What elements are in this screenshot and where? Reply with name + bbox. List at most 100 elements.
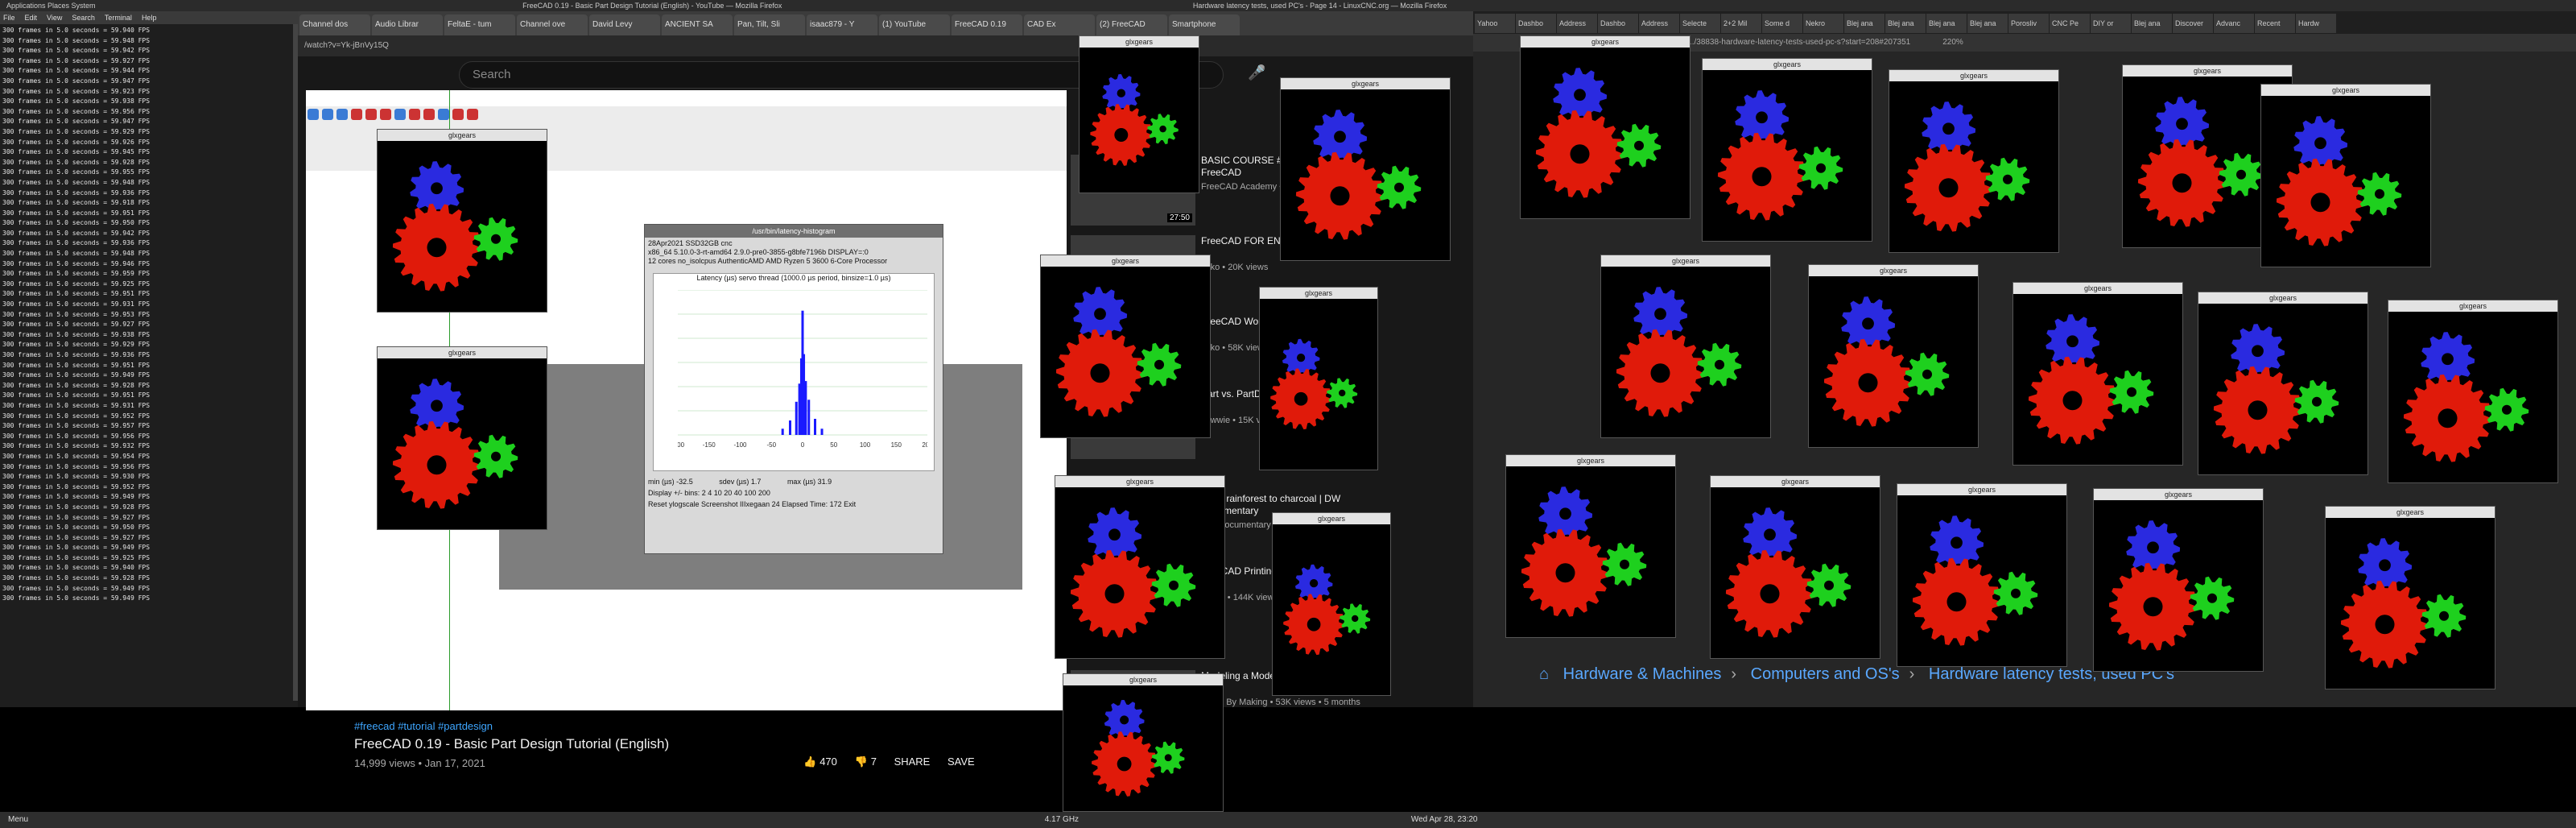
share-button[interactable]: SHARE: [894, 756, 931, 768]
browser-tab[interactable]: Audio Librar: [372, 14, 443, 35]
terminal-menu-view[interactable]: View: [47, 14, 62, 22]
browser-tab[interactable]: Selecte: [1680, 14, 1720, 33]
browser-tab[interactable]: Blej ana: [1844, 14, 1885, 33]
browser-tab[interactable]: Blej ana: [1967, 14, 2008, 33]
glxgears-window[interactable]: glxgears: [1280, 77, 1451, 261]
browser-tab[interactable]: Pan, Tilt, Sli: [734, 14, 805, 35]
browser-tab[interactable]: CNC Pe: [2050, 14, 2090, 33]
browser-tab[interactable]: Some d: [1762, 14, 1802, 33]
breadcrumb-1[interactable]: Hardware & Machines: [1563, 665, 1722, 683]
browser-tab[interactable]: Nekro: [1803, 14, 1843, 33]
zoom-level[interactable]: 220%: [1942, 38, 1963, 47]
terminal-menu-terminal[interactable]: Terminal: [105, 14, 132, 22]
like-count[interactable]: 470: [819, 756, 837, 768]
glxgears-window[interactable]: glxgears: [1710, 475, 1880, 659]
browser-tab[interactable]: Hardw: [2296, 14, 2336, 33]
glxgears-window[interactable]: glxgears: [1808, 264, 1979, 448]
browser-tab[interactable]: Porosliv: [2008, 14, 2049, 33]
browser-tab[interactable]: Smartphone: [1169, 14, 1240, 35]
terminal-menu-search[interactable]: Search: [72, 14, 95, 22]
glxgears-window[interactable]: glxgears: [377, 129, 547, 313]
glxgears-window[interactable]: glxgears: [2388, 300, 2558, 483]
glxgears-window[interactable]: glxgears: [1040, 255, 1211, 438]
bins-control[interactable]: Display +/- bins: 2 4 10 20 40 100 200: [648, 487, 939, 499]
video-hashtags[interactable]: #freecad #tutorial #partdesign: [354, 720, 493, 732]
browser-tab[interactable]: FeltaE - tum: [444, 14, 515, 35]
terminal-menu-help[interactable]: Help: [142, 14, 157, 22]
glxgears-window[interactable]: glxgears: [1272, 512, 1391, 696]
breadcrumb-2[interactable]: Computers and OS's: [1751, 665, 1900, 683]
browser-tab[interactable]: FreeCAD 0.19: [952, 14, 1022, 35]
window-title: glxgears: [1063, 674, 1223, 685]
browser-tab[interactable]: Blej ana: [1926, 14, 1967, 33]
glxgears-window[interactable]: glxgears: [1702, 58, 1872, 242]
browser-tab[interactable]: Blej ana: [2132, 14, 2172, 33]
terminal-window[interactable]: File Edit View Search Terminal Help 300 frame…: [0, 11, 298, 707]
glxgears-window[interactable]: glxgears: [2260, 84, 2431, 267]
glxgears-window[interactable]: glxgears: [1889, 69, 2059, 253]
terminal-line: 300 frames in 5.0 seconds = 59.953 FPS: [2, 310, 151, 318]
browser-tab[interactable]: David Levy: [589, 14, 660, 35]
microphone-icon[interactable]: 🎤: [1248, 64, 1265, 81]
histogram-bar: [781, 428, 784, 435]
gear-hub: [1714, 359, 1725, 370]
browser-tab[interactable]: isaac879 - Y: [807, 14, 877, 35]
gear-hub: [1090, 363, 1110, 383]
start-menu-button[interactable]: Menu: [8, 815, 28, 824]
histogram-buttons[interactable]: Reset ylogscale Screenshot IIIxegaan 24 …: [648, 499, 939, 510]
glxgears-window[interactable]: glxgears: [1505, 454, 1676, 638]
glxgears-window[interactable]: glxgears: [1079, 35, 1199, 193]
browser-tab[interactable]: 2+2 Mil: [1721, 14, 1761, 33]
glxgears-window[interactable]: glxgears: [1520, 35, 1690, 219]
save-button[interactable]: SAVE: [947, 756, 975, 768]
browser-tab[interactable]: Recent: [2255, 14, 2295, 33]
gear-hub: [2062, 391, 2083, 411]
dislike-count[interactable]: 7: [871, 756, 877, 768]
gear-hub: [1114, 128, 1129, 142]
panel-menu[interactable]: Applications Places System: [6, 2, 96, 10]
browser-tab[interactable]: Discover: [2173, 14, 2213, 33]
gear-hub: [490, 234, 502, 244]
browser-tab[interactable]: Dashbo: [1598, 14, 1638, 33]
browser-tab[interactable]: Yahoo: [1475, 14, 1515, 33]
browser-tab[interactable]: (1) YouTube: [879, 14, 950, 35]
browser-tab[interactable]: Address: [1557, 14, 1597, 33]
like-icon[interactable]: 👍: [803, 756, 816, 768]
browser-tab[interactable]: CAD Ex: [1024, 14, 1095, 35]
glxgears-window[interactable]: glxgears: [1897, 483, 2067, 667]
glxgears-window[interactable]: glxgears: [1259, 287, 1378, 470]
video-channel: Joko • 58K views: [1201, 343, 1269, 353]
terminal-line: 300 frames in 5.0 seconds = 59.928 FPS: [2, 574, 151, 582]
browser-tab[interactable]: Dashbo: [1516, 14, 1556, 33]
browser-tab[interactable]: (2) FreeCAD: [1096, 14, 1167, 35]
window-title: glxgears: [2123, 65, 2292, 77]
dislike-icon[interactable]: 👎: [855, 756, 868, 768]
browser-tab[interactable]: ANCIENT SA: [662, 14, 733, 35]
browser-tab[interactable]: Advanc: [2214, 14, 2254, 33]
histogram-bar: [814, 418, 816, 435]
glxgears-window[interactable]: glxgears: [1063, 673, 1224, 812]
terminal-line: 300 frames in 5.0 seconds = 59.946 FPS: [2, 259, 151, 267]
browser-tab[interactable]: Address: [1639, 14, 1679, 33]
browser-tab[interactable]: Blej ana: [1885, 14, 1926, 33]
latency-histogram-window[interactable]: /usr/bin/latency-histogram 28Apr2021 SSD…: [644, 224, 943, 554]
address-bar[interactable]: /watch?v=Yk-jBnVy15Q: [298, 35, 1473, 56]
video-actions: 👍 470 👎 7 SHARE SAVE: [789, 756, 975, 768]
gears-render: [2028, 314, 2154, 445]
browser-tab[interactable]: Channel ove: [517, 14, 588, 35]
glxgears-window[interactable]: glxgears: [377, 346, 547, 530]
browser-tab[interactable]: DIY or: [2091, 14, 2131, 33]
terminal-menu-file[interactable]: File: [3, 14, 15, 22]
home-icon[interactable]: ⌂: [1539, 665, 1549, 683]
window-title: glxgears: [2326, 507, 2495, 518]
glxgears-window[interactable]: glxgears: [2325, 506, 2496, 689]
glxgears-window[interactable]: glxgears: [1055, 475, 1225, 659]
glxgears-window[interactable]: glxgears: [2198, 292, 2368, 475]
glxgears-window[interactable]: glxgears: [2093, 488, 2264, 672]
gear-hub: [2379, 559, 2391, 572]
terminal-menu-edit[interactable]: Edit: [25, 14, 38, 22]
x-tick-label: 50: [830, 441, 837, 449]
browser-tab[interactable]: Channel dos: [299, 14, 370, 35]
glxgears-window[interactable]: glxgears: [1600, 255, 1771, 438]
glxgears-window[interactable]: glxgears: [2013, 282, 2183, 466]
